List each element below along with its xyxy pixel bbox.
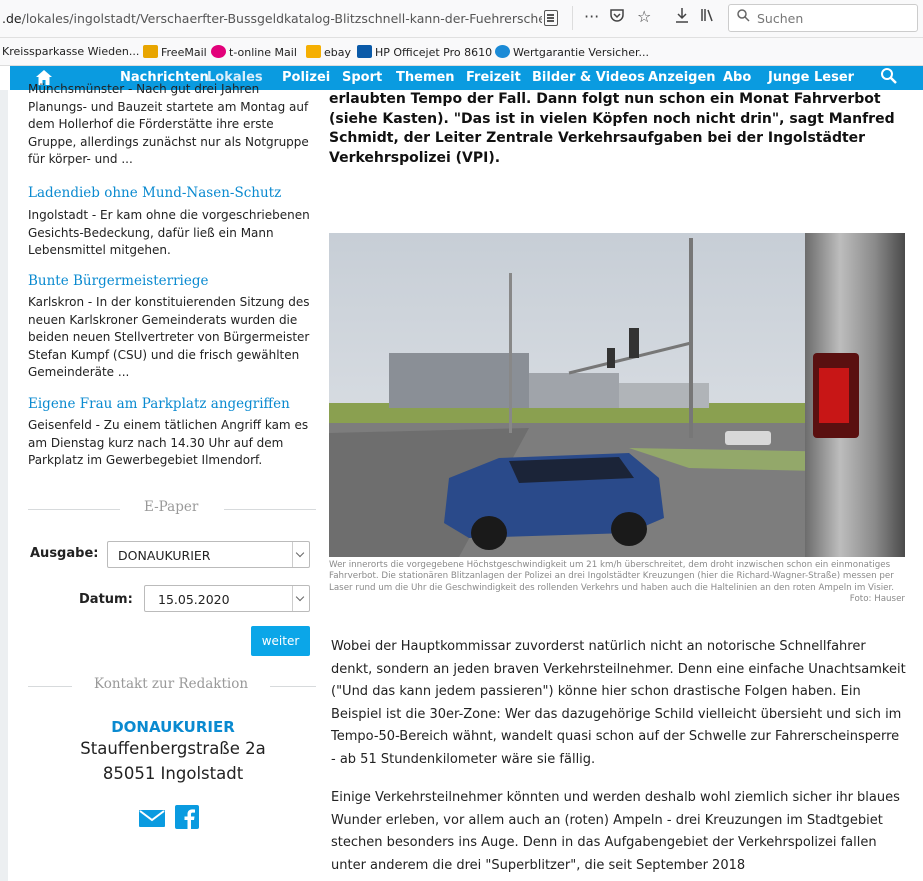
hp-icon [357,45,372,58]
nav-themen[interactable]: Themen [396,70,455,85]
chevron-down-icon [292,542,309,567]
article-lead: erlaubten Tempo der Fall. Dann folgt nun… [329,91,895,166]
nav-freizeit[interactable]: Freizeit [466,70,521,85]
t-online-icon [211,45,226,58]
bookmark-item[interactable]: t-online Mail [211,45,297,59]
contact-publisher: DONAUKURIER [111,718,235,736]
contact-heading: Kontakt zur Redaktion [94,676,249,692]
toolbar-divider [572,6,573,30]
browser-toolbar: .de/lokales/ingolstadt/Verschaerfter-Bus… [0,0,923,38]
section-divider [28,509,120,510]
article-paragraph: Wobei der Hauptkommissar zuvorderst natü… [331,639,906,767]
sidebar-teaser-text: Münchsmünster - Nach gut drei Jahren Pla… [28,82,309,166]
search-icon [737,9,750,26]
weiter-button[interactable]: weiter [251,626,310,656]
download-icon[interactable] [675,7,689,28]
nav-bilder-videos[interactable]: Bilder & Videos [532,70,645,85]
ausgabe-label: Ausgabe: [30,546,99,561]
mail-icon[interactable] [139,808,165,832]
search-icon[interactable] [880,67,898,90]
photo-credit: Foto: Hauser [849,593,905,604]
bookmark-item[interactable]: HP Officejet Pro 8610 [357,45,492,59]
bookmark-star-icon[interactable]: ☆ [637,7,651,27]
sidebar-article-text: Ingolstadt - Er kam ohne die vorgeschrie… [28,208,310,257]
nav-junge-leser[interactable]: Junge Leser [768,70,854,85]
pocket-icon[interactable] [609,7,625,28]
article-photo [329,233,905,557]
wertgarantie-icon [495,45,510,58]
contact-street: Stauffenbergstraße 2a [80,739,266,758]
photo-caption: Wer innerorts die vorgegebene Höchstgesc… [329,560,905,604]
sidebar-article-text: Karlskron - In der konstituierenden Sitz… [28,295,310,379]
bookmarks-bar: Kreissparkasse Wieden... FreeMail t-onli… [0,38,923,66]
freemail-icon [143,45,158,58]
section-divider [270,686,316,687]
sidebar-article-title[interactable]: Bunte Bürgermeisterriege [28,273,318,289]
ausgabe-select[interactable]: DONAUKURIER [107,541,310,568]
contact-city: 85051 Ingolstadt [102,764,244,783]
article-paragraph: Einige Verkehrsteilnehmer könnten und we… [331,790,900,873]
nav-anzeigen[interactable]: Anzeigen [648,70,716,85]
bookmark-item[interactable]: FreeMail [143,45,207,59]
epaper-heading: E-Paper [144,499,199,515]
datum-label: Datum: [79,592,133,607]
reader-view-icon[interactable] [544,10,558,26]
sidebar-article-text: Geisenfeld - Zu einem tätlichen Angriff … [28,418,309,467]
sidebar-article-title[interactable]: Ladendieb ohne Mund-Nasen-Schutz [28,185,318,201]
bookmark-item[interactable]: ebay [306,45,351,59]
nav-sport[interactable]: Sport [342,70,382,85]
chevron-down-icon [292,586,309,611]
ebay-icon [306,45,321,58]
section-divider [28,686,72,687]
section-divider [224,509,316,510]
bookmark-item[interactable]: Kreissparkasse Wieden... [2,45,139,58]
library-icon[interactable] [700,7,716,28]
facebook-icon[interactable] [175,805,199,833]
bookmark-item[interactable]: Wertgarantie Versicher... [495,45,649,59]
page-actions-icon[interactable]: ··· [584,7,599,27]
datum-select[interactable]: 15.05.2020 [144,585,310,612]
address-bar[interactable]: .de/lokales/ingolstadt/Verschaerfter-Bus… [2,11,542,26]
nav-abo[interactable]: Abo [723,70,751,85]
page-margin [0,90,8,881]
search-input[interactable]: Suchen [728,4,918,32]
sidebar-article-title[interactable]: Eigene Frau am Parkplatz angegriffen [28,396,318,412]
